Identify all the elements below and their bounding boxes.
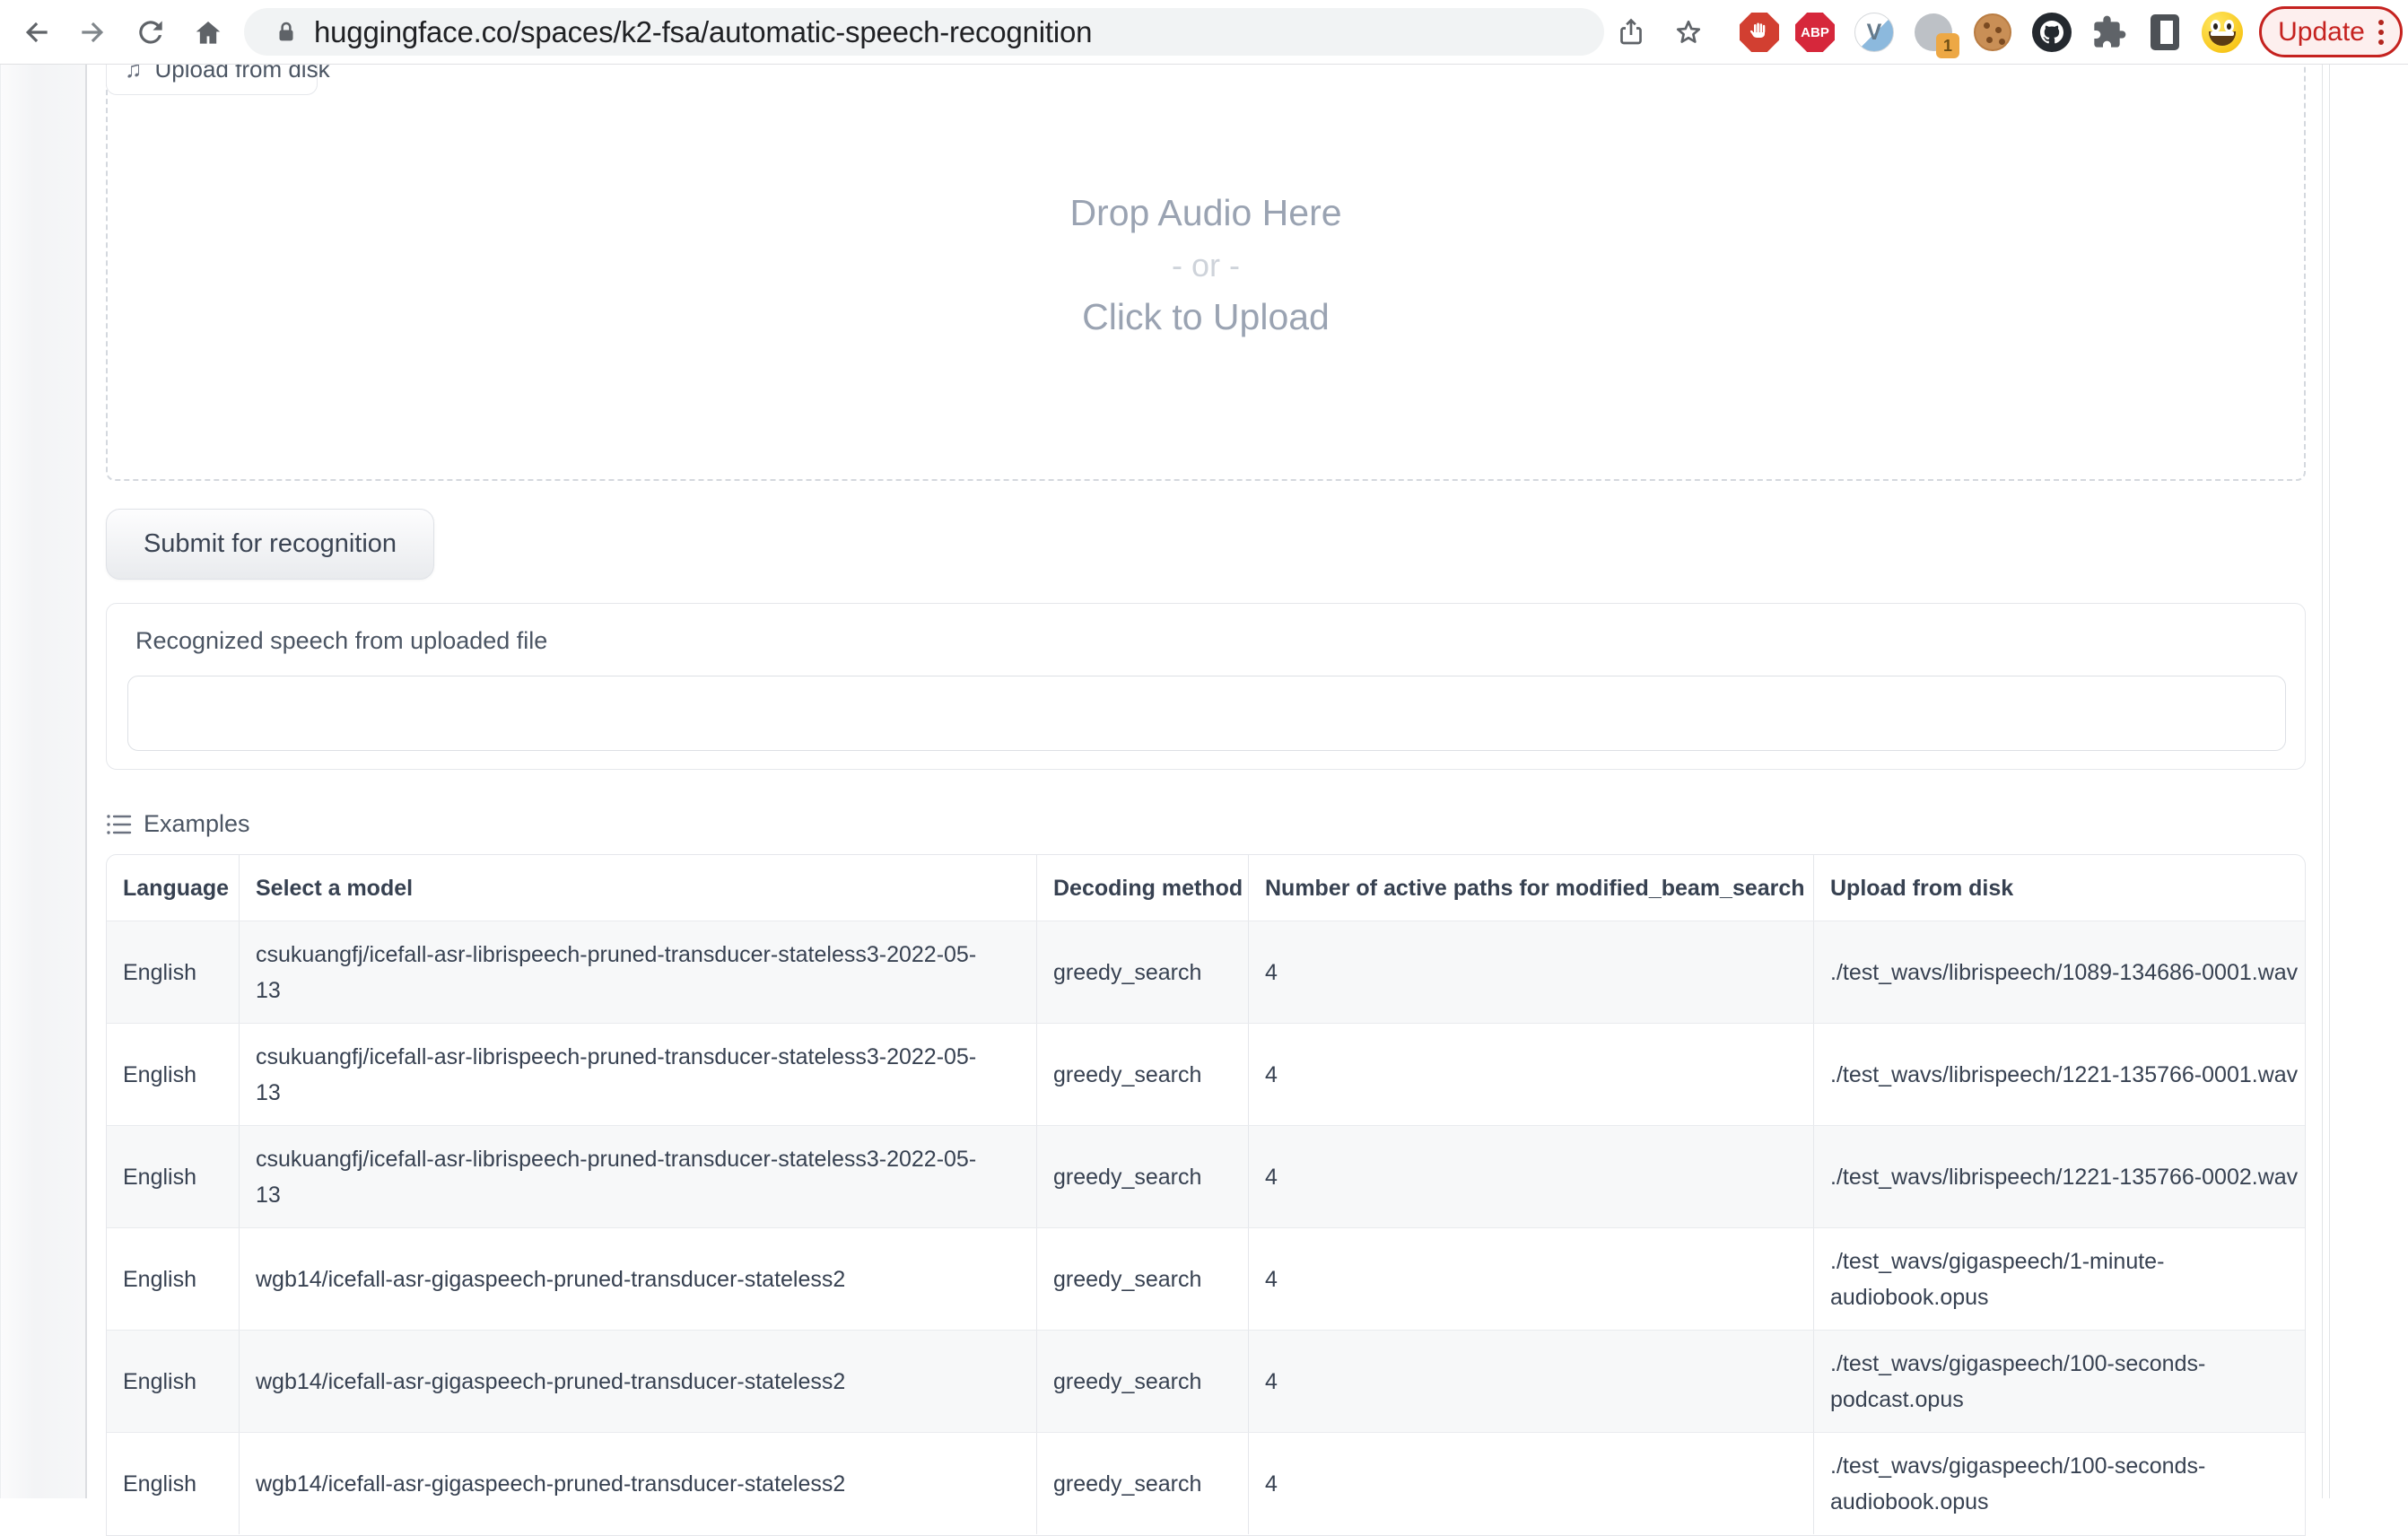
- share-button[interactable]: [1610, 12, 1652, 53]
- cookie-extension-icon[interactable]: [1972, 12, 2013, 53]
- recognized-speech-textbox[interactable]: [127, 676, 2286, 751]
- gray-extension-icon[interactable]: 1: [1913, 12, 1954, 53]
- share-icon: [1615, 16, 1647, 48]
- github-extension-icon[interactable]: [2031, 12, 2072, 53]
- home-button[interactable]: [188, 13, 228, 52]
- v-extension-icon[interactable]: V: [1854, 12, 1895, 53]
- examples-header: Examples: [106, 810, 250, 838]
- table-row[interactable]: English csukuangfj/icefall-asr-librispee…: [107, 1125, 2305, 1227]
- drop-audio-here-text: Drop Audio Here: [1069, 190, 1341, 236]
- left-gutter: [0, 65, 87, 1498]
- examples-label: Examples: [144, 810, 250, 838]
- sidepanel-icon[interactable]: [2144, 12, 2186, 53]
- table-row[interactable]: English wgb14/icefall-asr-gigaspeech-pru…: [107, 1330, 2305, 1432]
- extension-badge: 1: [1936, 33, 1959, 58]
- col-header-decoding: Decoding method: [1036, 855, 1248, 921]
- hand-icon: [1746, 19, 1773, 46]
- browser-toolbar: huggingface.co/spaces/k2-fsa/automatic-s…: [0, 0, 2408, 65]
- back-icon: [19, 15, 53, 49]
- col-header-num-paths: Number of active paths for modified_beam…: [1248, 855, 1813, 921]
- address-bar[interactable]: huggingface.co/spaces/k2-fsa/automatic-s…: [244, 8, 1604, 56]
- col-header-language: Language: [107, 855, 239, 921]
- scrollbar-track[interactable]: [2322, 65, 2323, 1498]
- update-button[interactable]: Update: [2259, 6, 2403, 57]
- examples-table: Language Select a model Decoding method …: [106, 854, 2306, 1536]
- reload-icon: [134, 15, 168, 49]
- col-header-upload: Upload from disk: [1813, 855, 2306, 921]
- octocat-icon: [2032, 13, 2072, 52]
- click-to-upload-text[interactable]: Click to Upload: [1082, 294, 1330, 340]
- home-icon: [191, 15, 225, 49]
- abp-extension-icon[interactable]: ABP: [1794, 12, 1836, 53]
- col-header-model: Select a model: [239, 855, 1036, 921]
- url-text: huggingface.co/spaces/k2-fsa/automatic-s…: [314, 15, 1092, 49]
- profile-avatar-smiley[interactable]: [2202, 12, 2243, 53]
- adblock-extension-icon[interactable]: [1739, 12, 1780, 53]
- table-row[interactable]: English wgb14/icefall-asr-gigaspeech-pru…: [107, 1432, 2305, 1534]
- output-label: Recognized speech from uploaded file: [135, 627, 547, 655]
- table-row[interactable]: English csukuangfj/icefall-asr-librispee…: [107, 921, 2305, 1023]
- forward-icon: [76, 15, 110, 49]
- menu-kebab-icon[interactable]: [2378, 20, 2384, 45]
- table-row[interactable]: English csukuangfj/icefall-asr-librispee…: [107, 1023, 2305, 1125]
- list-icon: [106, 813, 133, 836]
- or-text: - or -: [1172, 245, 1240, 285]
- output-panel: Recognized speech from uploaded file: [106, 603, 2306, 770]
- dropzone-text: Drop Audio Here - or - Click to Upload: [106, 190, 2306, 341]
- bookmark-button[interactable]: [1668, 12, 1709, 53]
- forward-button[interactable]: [74, 13, 113, 52]
- submit-for-recognition-button[interactable]: Submit for recognition: [106, 509, 434, 580]
- table-header-row: Language Select a model Decoding method …: [107, 855, 2305, 921]
- reload-button[interactable]: [131, 13, 170, 52]
- scrollbar-track-edge: [2329, 65, 2330, 1498]
- star-icon: [1671, 15, 1706, 49]
- padlock-icon: [273, 19, 300, 46]
- back-button[interactable]: [16, 13, 56, 52]
- table-row[interactable]: English wgb14/icefall-asr-gigaspeech-pru…: [107, 1227, 2305, 1330]
- extensions-puzzle-icon[interactable]: [2089, 12, 2130, 53]
